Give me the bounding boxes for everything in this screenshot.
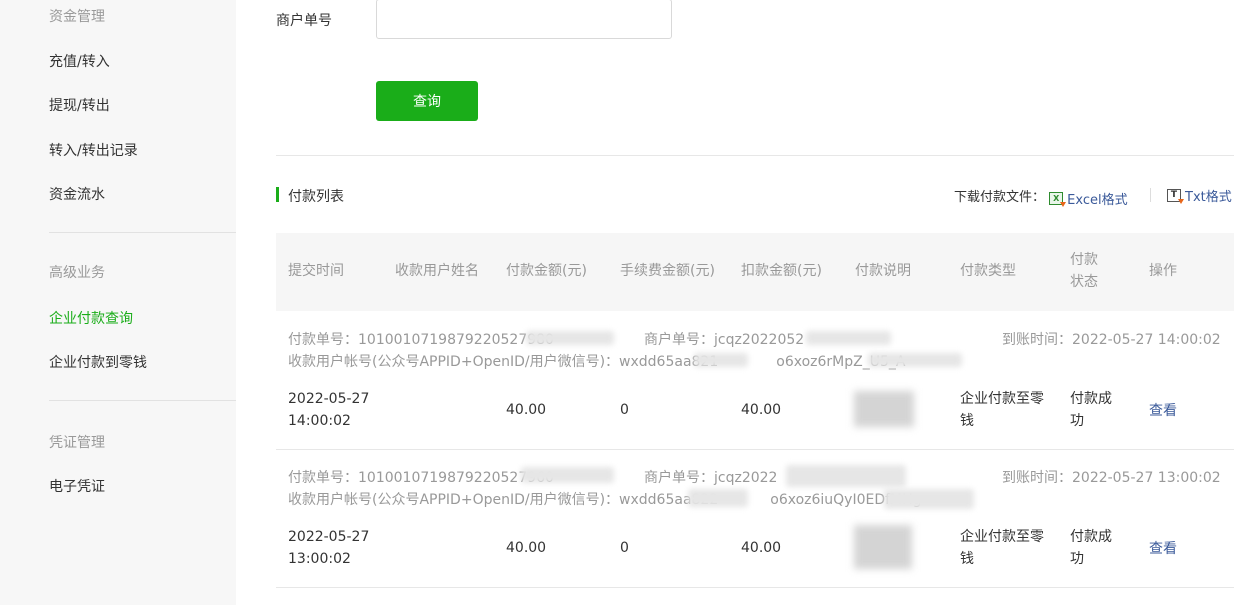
excel-file-icon: X <box>1049 192 1067 207</box>
table-row: 付款单号：1010010719879220527980 商户单号：jcqz202… <box>276 311 1234 450</box>
th-deduct: 扣款金额(元) <box>741 263 822 279</box>
excel-download-link[interactable]: X Excel格式 <box>1049 189 1128 208</box>
submit-time: 2022-05-27 14:00:02 <box>288 391 370 429</box>
section-title: 付款列表 <box>288 189 344 205</box>
txt-download-link[interactable]: T Txt格式 <box>1167 186 1232 205</box>
sidebar-group-funds: 资金管理 <box>49 9 105 25</box>
excel-link-label: Excel格式 <box>1067 193 1128 208</box>
arrival-time: 到账时间：2022-05-27 14:00:02 <box>1002 332 1221 348</box>
redaction <box>688 489 748 507</box>
sidebar: 资金管理 充值/转入 提现/转出 转入/转出记录 资金流水 高级业务 企业付款查… <box>0 0 236 605</box>
sidebar-group-advanced: 高级业务 <box>49 265 105 281</box>
payment-status: 付款成功 <box>1070 391 1112 429</box>
payee-account: 收款用户帐号(公众号APPID+OpenID/用户微信号)：wxdd65aa82… <box>288 492 922 508</box>
redaction <box>521 467 614 483</box>
main-content: 商户单号 查询 付款列表 下载付款文件： X Excel格式 T Txt格式 提… <box>236 0 1253 605</box>
merchant-no: 商户单号：jcqz2022052 <box>644 332 805 348</box>
th-desc: 付款说明 <box>855 263 911 279</box>
section-accent-bar <box>276 187 279 202</box>
sidebar-item-withdraw[interactable]: 提现/转出 <box>49 95 110 115</box>
fee: 0 <box>620 402 629 418</box>
payment-type: 企业付款至零钱 <box>960 529 1044 567</box>
redaction <box>694 353 748 367</box>
txt-link-label: Txt格式 <box>1185 190 1232 205</box>
merchant-no: 商户单号：jcqz2022 <box>644 470 778 486</box>
divider <box>276 155 1234 156</box>
redaction <box>854 391 914 427</box>
th-submit-time: 提交时间 <box>288 263 344 279</box>
fee: 0 <box>620 540 629 556</box>
th-payee-name: 收款用户姓名 <box>395 263 479 279</box>
sidebar-divider <box>49 232 236 233</box>
amount: 40.00 <box>506 402 547 418</box>
submit-time: 2022-05-27 13:00:02 <box>288 529 370 567</box>
payee-account: 收款用户帐号(公众号APPID+OpenID/用户微信号)：wxdd65aa82… <box>288 354 906 370</box>
sidebar-group-vouchers: 凭证管理 <box>49 435 105 451</box>
table-row: 付款单号：1010010719879220527960 商户单号：jcqz202… <box>276 449 1234 588</box>
redaction <box>868 353 962 367</box>
deduct-amount: 40.00 <box>741 540 782 556</box>
download-label: 下载付款文件： <box>954 190 1046 205</box>
sidebar-divider <box>49 400 236 401</box>
sidebar-item-payment-query[interactable]: 企业付款查询 <box>49 308 133 328</box>
sidebar-item-fund-flow[interactable]: 资金流水 <box>49 184 105 204</box>
view-link[interactable]: 查看 <box>1149 400 1177 420</box>
sidebar-item-e-voucher[interactable]: 电子凭证 <box>49 476 105 496</box>
redaction <box>526 331 614 345</box>
merchant-no-input[interactable] <box>376 0 672 39</box>
view-link[interactable]: 查看 <box>1149 538 1177 558</box>
amount: 40.00 <box>506 540 547 556</box>
txt-download-area: T Txt格式 <box>1167 186 1232 205</box>
merchant-no-label: 商户单号 <box>276 13 332 29</box>
txt-file-icon: T <box>1167 189 1184 204</box>
deduct-amount: 40.00 <box>741 402 782 418</box>
th-type: 付款类型 <box>960 263 1016 279</box>
redaction <box>806 331 891 345</box>
payment-type: 企业付款至零钱 <box>960 391 1044 429</box>
download-area: 下载付款文件： X Excel格式 <box>954 186 1128 208</box>
query-button[interactable]: 查询 <box>376 81 478 121</box>
th-status: 付款状态 <box>1070 252 1098 290</box>
pay-no: 付款单号：1010010719879220527960 <box>288 470 554 486</box>
th-amount: 付款金额(元) <box>506 263 587 279</box>
th-action: 操作 <box>1149 263 1177 279</box>
sidebar-item-payment-to-balance[interactable]: 企业付款到零钱 <box>49 352 147 372</box>
th-fee: 手续费金额(元) <box>620 263 715 279</box>
redaction <box>854 525 912 569</box>
arrival-time: 到账时间：2022-05-27 13:00:02 <box>1002 470 1221 486</box>
table-header: 提交时间 收款用户姓名 付款金额(元) 手续费金额(元) 扣款金额(元) 付款说… <box>276 233 1234 311</box>
payment-status: 付款成功 <box>1070 529 1112 567</box>
sidebar-item-recharge[interactable]: 充值/转入 <box>49 51 110 71</box>
redaction <box>884 489 974 509</box>
sidebar-item-transfer-records[interactable]: 转入/转出记录 <box>49 140 138 160</box>
redaction <box>786 465 906 487</box>
download-separator <box>1150 188 1151 202</box>
pay-no: 付款单号：1010010719879220527980 <box>288 332 554 348</box>
